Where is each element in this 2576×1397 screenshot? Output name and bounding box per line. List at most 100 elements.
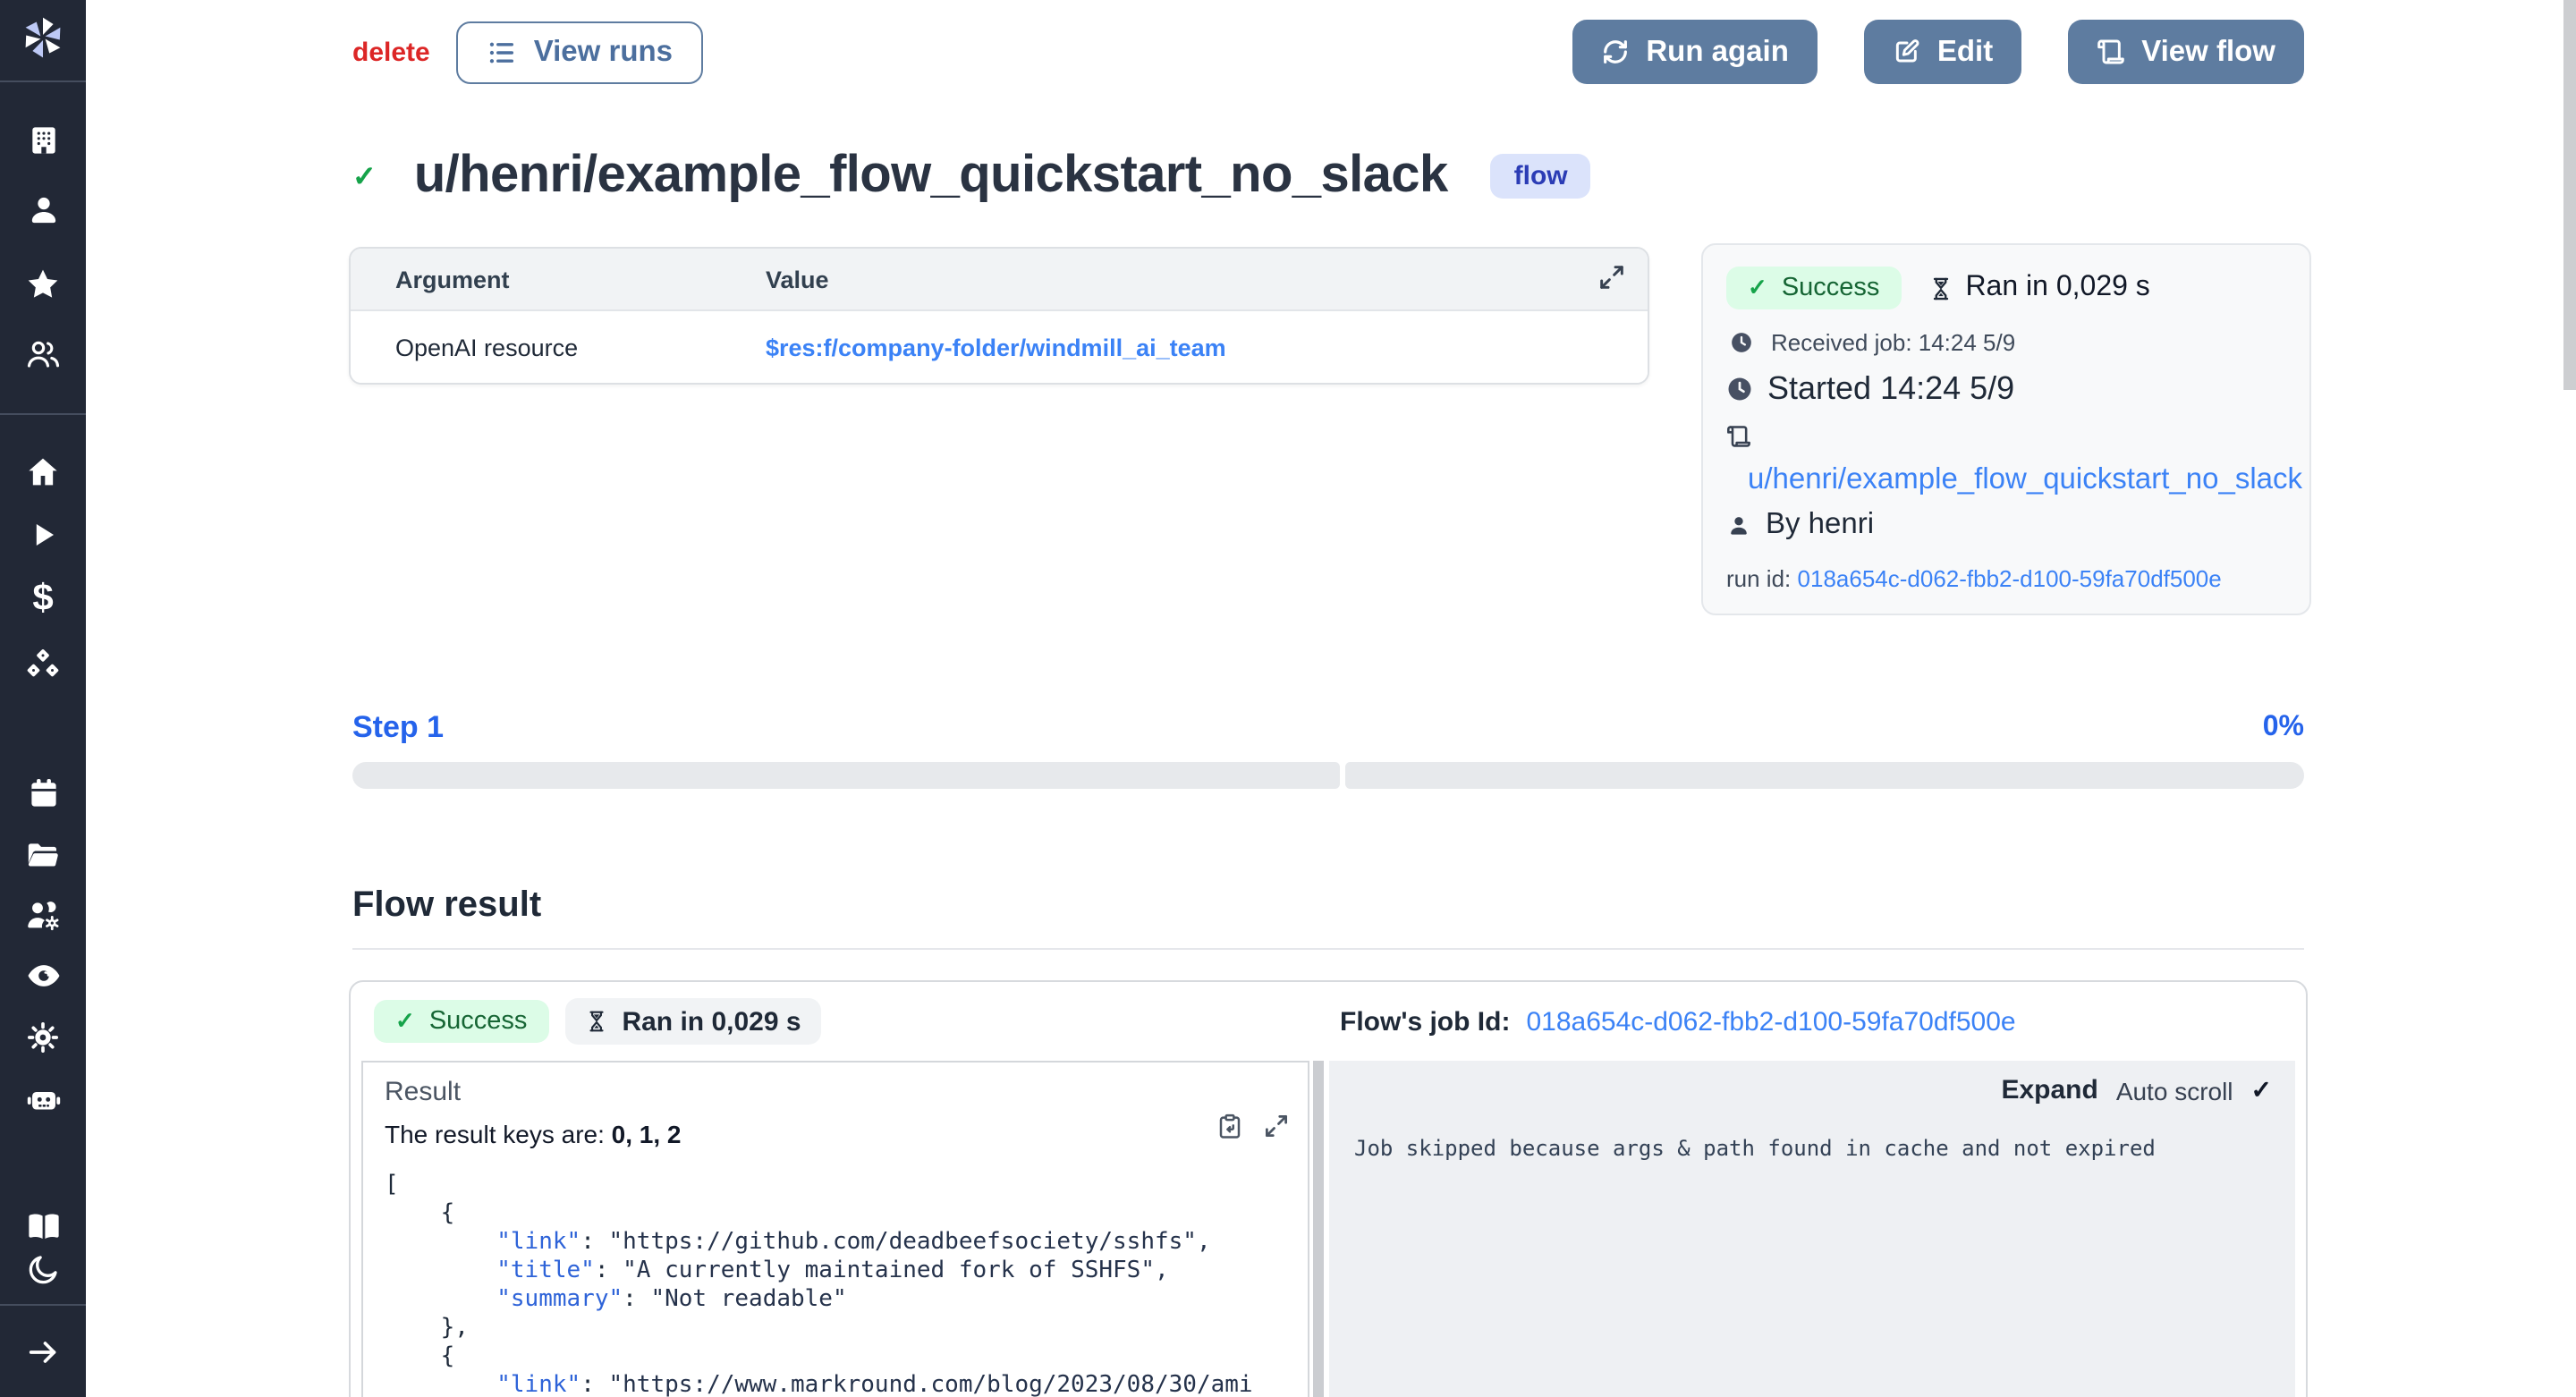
favorites-star-icon[interactable] (0, 267, 86, 302)
result-card-body: Result The result keys are: 0, 1, 2 [ { … (351, 1061, 2306, 1397)
person-icon (1726, 512, 1751, 538)
result-title: Result (385, 1077, 1286, 1107)
code-line: }, (385, 1315, 1286, 1343)
sidebar-divider (0, 413, 86, 415)
code-line: [ (385, 1172, 1286, 1200)
author-label: By henri (1766, 508, 1874, 542)
expand-logs-button[interactable]: Expand (2001, 1075, 2097, 1105)
result-keys-line: The result keys are: 0, 1, 2 (385, 1120, 1286, 1148)
expand-sidebar-arrow-icon[interactable] (0, 1334, 86, 1370)
user-icon[interactable] (0, 193, 86, 227)
table-row: OpenAI resource $res:f/company-folder/wi… (351, 311, 1648, 383)
received-job-info: Received job: 14:24 5/9 (1726, 329, 2286, 356)
result-keys-value: 0, 1, 2 (612, 1120, 682, 1148)
duration-label: Ran in 0,029 s (622, 1006, 801, 1037)
code-line: "title": "A currently maintained fork of… (385, 1257, 1286, 1286)
run-again-button[interactable]: Run again (1572, 20, 1818, 84)
progress-segment (352, 762, 1340, 789)
expand-result-icon[interactable] (1263, 1113, 1290, 1139)
progress-segment (1345, 762, 2304, 789)
toolbar: delete View runs Run again Edit (352, 20, 2304, 84)
edit-label: Edit (1937, 35, 1993, 69)
argument-value-link[interactable]: $res:f/company-folder/windmill_ai_team (766, 334, 1648, 360)
expand-table-icon[interactable] (1597, 263, 1626, 301)
run-id-label: run id: (1726, 565, 1791, 592)
workspace-building-icon[interactable] (0, 123, 86, 157)
started-label: Started 14:24 5/9 (1767, 370, 2014, 408)
step-row: Step 1 0% (352, 710, 2304, 746)
run-info-panel: ✓ Success Ran in 0,029 s Received job: 1… (1701, 243, 2311, 615)
arguments-table-header: Argument Value (351, 249, 1648, 311)
theme-moon-icon[interactable] (0, 1252, 86, 1288)
list-icon (487, 37, 518, 67)
groups-users-icon[interactable] (0, 336, 86, 372)
windmill-run-page: $ de (0, 0, 2576, 1397)
action-buttons: Run again Edit View flow (1572, 20, 2304, 84)
scroll-flow-icon (1726, 424, 2286, 458)
progress-bar (352, 762, 2304, 789)
clock-icon (1726, 376, 1753, 402)
flow-result-heading: Flow result (352, 885, 541, 927)
scrollbar-thumb[interactable] (2563, 0, 2576, 390)
check-icon: ✓ (395, 1007, 415, 1036)
duration-badge: Ran in 0,029 s (564, 998, 820, 1045)
panel-resize-handle[interactable] (1313, 1061, 1324, 1397)
sidebar-divider (0, 80, 86, 82)
edit-button[interactable]: Edit (1864, 20, 2021, 84)
code-line: "link": "https://github.com/deadbeefsoci… (385, 1229, 1286, 1257)
flow-type-badge: flow (1491, 154, 1591, 199)
column-header-argument: Argument (351, 266, 766, 292)
run-id-row: run id: 018a654c-d062-fbb2-d100-59fa70df… (1726, 565, 2286, 592)
delete-button[interactable]: delete (352, 37, 430, 67)
job-id-link[interactable]: 018a654c-d062-fbb2-d100-59fa70df500e (1526, 1006, 2015, 1037)
code-line: { (385, 1343, 1286, 1372)
started-info: Started 14:24 5/9 (1726, 370, 2286, 408)
check-icon: ✓ (1748, 274, 1767, 302)
ai-robot-icon[interactable] (0, 1080, 86, 1118)
clock-icon (1730, 331, 1753, 354)
view-runs-label: View runs (534, 35, 673, 69)
view-flow-button[interactable]: View flow (2068, 20, 2304, 84)
arguments-table: Argument Value OpenAI resource $res:f/co… (349, 247, 1649, 385)
run-id-link[interactable]: 018a654c-d062-fbb2-d100-59fa70df500e (1798, 565, 2222, 592)
result-json-panel: Result The result keys are: 0, 1, 2 [ { … (361, 1061, 1309, 1397)
schedules-calendar-icon[interactable] (0, 776, 86, 810)
code-line: { (385, 1200, 1286, 1229)
run-again-label: Run again (1646, 35, 1789, 69)
duration-label: Ran in 0,029 s (1965, 272, 2149, 304)
autoscroll-check-icon[interactable]: ✓ (2251, 1075, 2272, 1105)
hourglass-icon (1928, 275, 1953, 301)
step-label[interactable]: Step 1 (352, 710, 444, 746)
folders-folder-icon[interactable] (0, 837, 86, 873)
copy-clipboard-icon[interactable] (1216, 1113, 1243, 1139)
docs-book-icon[interactable] (0, 1207, 86, 1245)
refresh-icon (1601, 38, 1630, 66)
status-badge: ✓ Success (1726, 267, 1901, 309)
result-card-header: ✓ Success Ran in 0,029 s Flow's job Id: … (351, 982, 2306, 1061)
json-code: [ { "link": "https://github.com/deadbeef… (385, 1172, 1286, 1397)
groups-settings-icon[interactable] (0, 896, 86, 934)
sidebar: $ (0, 0, 86, 1397)
window-scrollbar (2563, 0, 2576, 1397)
log-panel: Expand Auto scroll ✓ Job skipped because… (1329, 1061, 2295, 1397)
view-flow-label: View flow (2141, 35, 2275, 69)
windmill-logo-icon[interactable] (0, 14, 86, 61)
flow-result-card: ✓ Success Ran in 0,029 s Flow's job Id: … (349, 980, 2308, 1397)
home-icon[interactable] (0, 454, 86, 490)
settings-gear-icon[interactable] (0, 1020, 86, 1055)
argument-name-cell: OpenAI resource (351, 334, 766, 360)
duration-info: Ran in 0,029 s (1928, 272, 2149, 304)
code-line: "summary": "Not readable" (385, 1286, 1286, 1315)
runs-play-icon[interactable] (0, 519, 86, 551)
job-id-label: Flow's job Id: (1340, 1006, 1510, 1037)
title-row: ✓ u/henri/example_flow_quickstart_no_sla… (352, 147, 1591, 206)
column-header-value: Value (766, 266, 1648, 292)
flow-path-link[interactable]: u/henri/example_flow_quickstart_no_slack (1726, 463, 2286, 497)
scroll-flow-icon (2097, 38, 2125, 66)
view-runs-button[interactable]: View runs (457, 21, 703, 83)
variables-dollar-icon[interactable]: $ (0, 580, 86, 617)
resources-boxes-icon[interactable] (0, 648, 86, 683)
autoscroll-toggle-label[interactable]: Auto scroll (2116, 1076, 2233, 1105)
audit-logs-eye-icon[interactable] (0, 957, 86, 995)
status-badge: ✓ Success (374, 1000, 548, 1043)
